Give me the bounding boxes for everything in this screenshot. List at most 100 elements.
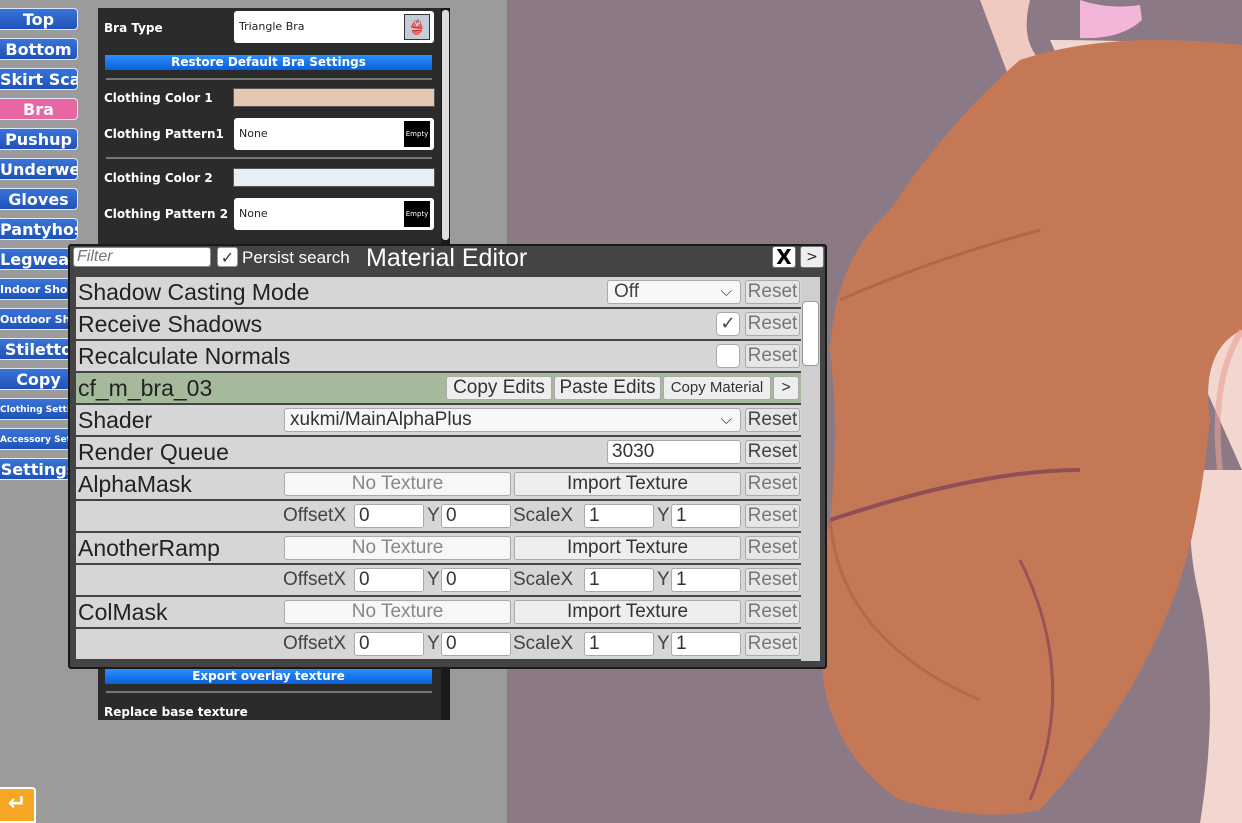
offset-x-input[interactable]: 0 <box>354 504 424 528</box>
shader-row: Shader xukmi/MainAlphaPlus ⌵ Reset <box>76 405 801 435</box>
shadow-casting-row: Shadow Casting Mode Off ⌵ Reset <box>76 277 801 307</box>
offset-y-input[interactable]: 0 <box>441 504 511 528</box>
shadow-casting-dropdown[interactable]: Off ⌵ <box>607 280 741 304</box>
divider <box>106 691 432 693</box>
bra-type-value: Triangle Bra <box>239 20 305 33</box>
scale-y-label: Y <box>657 633 670 654</box>
scalex-label: ScaleX <box>513 569 574 590</box>
reset-button[interactable]: Reset <box>745 568 800 592</box>
clothing-pattern-1-selector[interactable]: None Empty <box>234 118 434 150</box>
replace-base-texture-label: Replace base texture <box>104 705 248 719</box>
offset-y-input[interactable]: 0 <box>441 632 511 656</box>
offset-x-input[interactable]: 0 <box>354 568 424 592</box>
scalex-label: ScaleX <box>513 633 574 654</box>
back-button[interactable]: ↵ <box>0 787 36 823</box>
reset-button[interactable]: Reset <box>745 600 800 624</box>
shader-dropdown[interactable]: xukmi/MainAlphaPlus ⌵ <box>284 408 741 432</box>
category-pantyhose[interactable]: Pantyhose <box>0 218 78 240</box>
category-outdoor-shoes[interactable]: Outdoor Shoes <box>0 308 78 330</box>
persist-search-label: Persist search <box>242 248 350 267</box>
render-queue-label: Render Queue <box>78 439 229 465</box>
category-underwear[interactable]: Underwear <box>0 158 78 180</box>
pattern-1-thumbnail: Empty <box>404 121 430 147</box>
scale-x-input[interactable]: 1 <box>584 568 654 592</box>
divider <box>106 157 432 159</box>
import-texture-button[interactable]: Import Texture <box>514 536 741 560</box>
category-skirt-scale[interactable]: Skirt Scale <box>0 68 78 90</box>
scale-x-input[interactable]: 1 <box>584 632 654 656</box>
category-top[interactable]: Top <box>0 8 78 30</box>
scalex-label: ScaleX <box>513 505 574 526</box>
texture-offset-row: OffsetX 0 Y 0 ScaleX 1 Y 1 Reset <box>76 565 801 595</box>
reset-button[interactable]: Reset <box>745 504 800 528</box>
recalculate-normals-checkbox[interactable] <box>716 344 740 368</box>
clothing-color-2-swatch[interactable] <box>233 168 435 187</box>
category-bottom[interactable]: Bottom <box>0 38 78 60</box>
category-accessory-settings[interactable]: Accessory Settings <box>0 428 78 450</box>
copy-material-button[interactable]: Copy Material <box>663 376 771 400</box>
bra-thumbnail-icon: 👙 <box>404 14 430 40</box>
texture-offset-row: OffsetX 0 Y 0 ScaleX 1 Y 1 Reset <box>76 501 801 531</box>
scale-y-input[interactable]: 1 <box>671 632 741 656</box>
texture-row: AnotherRamp No Texture Import Texture Reset <box>76 533 801 563</box>
bra-type-selector[interactable]: Triangle Bra 👙 <box>234 11 434 43</box>
category-pushup[interactable]: Pushup <box>0 128 78 150</box>
category-settings[interactable]: Settings <box>0 458 78 480</box>
offset-y-label: Y <box>427 505 440 526</box>
export-overlay-button[interactable]: Export overlay texture <box>105 669 432 684</box>
offset-y-input[interactable]: 0 <box>441 568 511 592</box>
texture-name: AnotherRamp <box>78 535 220 561</box>
chevron-down-icon: ⌵ <box>720 283 732 300</box>
clothing-color-2-label: Clothing Color 2 <box>104 171 213 185</box>
shadow-casting-value: Off <box>614 281 639 302</box>
category-stiletto[interactable]: Stiletto <box>0 338 78 360</box>
render-queue-input[interactable]: 3030 <box>607 440 741 464</box>
reset-button[interactable]: Reset <box>745 344 800 368</box>
no-texture-button[interactable]: No Texture <box>284 600 511 624</box>
chevron-down-icon: ⌵ <box>720 411 732 428</box>
clothing-color-1-swatch[interactable] <box>233 88 435 107</box>
scale-y-label: Y <box>657 505 670 526</box>
close-button[interactable]: X <box>772 246 796 268</box>
no-texture-button[interactable]: No Texture <box>284 536 511 560</box>
receive-shadows-checkbox[interactable]: ✓ <box>716 312 740 336</box>
copy-edits-button[interactable]: Copy Edits <box>446 376 552 400</box>
reset-button[interactable]: Reset <box>745 408 800 432</box>
offset-y-label: Y <box>427 633 440 654</box>
reset-button[interactable]: Reset <box>745 440 800 464</box>
import-texture-button[interactable]: Import Texture <box>514 600 741 624</box>
reset-button[interactable]: Reset <box>745 312 800 336</box>
paste-edits-button[interactable]: Paste Edits <box>554 376 661 400</box>
no-texture-button[interactable]: No Texture <box>284 472 511 496</box>
restore-default-button[interactable]: Restore Default Bra Settings <box>105 55 432 70</box>
scale-y-input[interactable]: 1 <box>671 504 741 528</box>
reset-button[interactable]: Reset <box>745 280 800 304</box>
return-arrow-icon: ↵ <box>7 791 27 816</box>
expand-button[interactable]: > <box>800 246 824 268</box>
material-editor-scroll-thumb[interactable] <box>802 301 819 366</box>
shader-label: Shader <box>78 407 153 433</box>
category-indoor-shoes[interactable]: Indoor Shoes <box>0 278 78 300</box>
bra-panel-scroll-thumb[interactable] <box>442 10 449 240</box>
offset-x-input[interactable]: 0 <box>354 632 424 656</box>
reset-button[interactable]: Reset <box>745 472 800 496</box>
persist-search-checkbox[interactable]: ✓ <box>217 247 238 267</box>
category-copy[interactable]: Copy <box>0 368 78 390</box>
material-editor-body: Shadow Casting Mode Off ⌵ Reset Receive … <box>76 277 801 661</box>
category-bra[interactable]: Bra <box>0 98 78 120</box>
pattern-2-value: None <box>239 207 268 220</box>
shader-value: xukmi/MainAlphaPlus <box>290 409 472 430</box>
filter-input[interactable] <box>73 247 211 267</box>
category-gloves[interactable]: Gloves <box>0 188 78 210</box>
texture-row: AlphaMask No Texture Import Texture Reset <box>76 469 801 499</box>
scale-y-input[interactable]: 1 <box>671 568 741 592</box>
material-more-button[interactable]: > <box>773 376 799 400</box>
category-legwear[interactable]: Legwear <box>0 248 78 270</box>
reset-button[interactable]: Reset <box>745 536 800 560</box>
recalculate-normals-row: Recalculate Normals Reset <box>76 341 801 371</box>
import-texture-button[interactable]: Import Texture <box>514 472 741 496</box>
reset-button[interactable]: Reset <box>745 632 800 656</box>
category-clothing-settings[interactable]: Clothing Settings <box>0 398 78 420</box>
scale-x-input[interactable]: 1 <box>584 504 654 528</box>
clothing-pattern-2-selector[interactable]: None Empty <box>234 198 434 230</box>
